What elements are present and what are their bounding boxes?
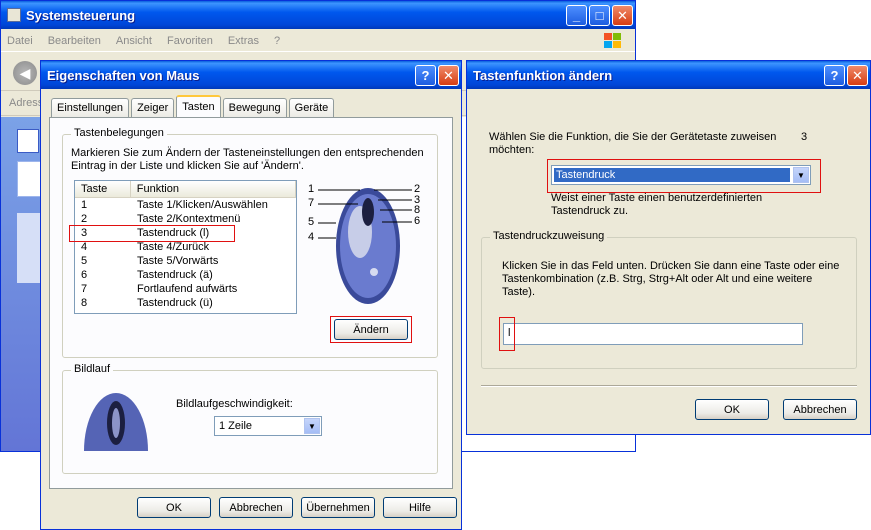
maximize-button[interactable]: □ — [589, 5, 610, 26]
mouse-label-4: 4 — [308, 231, 315, 243]
button-assignments-legend: Tastenbelegungen — [71, 127, 167, 139]
device-button-number: 3 — [801, 131, 808, 143]
button-list[interactable]: Taste Funktion 1 Taste 1/Klicken/Auswähle… — [74, 180, 297, 314]
separator — [481, 385, 857, 387]
close-button[interactable]: ✕ — [438, 65, 459, 86]
scroll-legend: Bildlauf — [71, 363, 114, 375]
list-item[interactable]: 5 Taste 5/Vorwärts — [75, 254, 296, 268]
scroll-speed-label: Bildlaufgeschwindigkeit: — [176, 398, 293, 410]
button-assignments-instruction: Markieren Sie zum Ändern der Tasteneinst… — [71, 147, 424, 172]
mouse-label-5: 5 — [308, 216, 315, 228]
scroll-speed-value: 1 Zeile — [219, 420, 253, 432]
minimize-button[interactable]: _ — [566, 5, 587, 26]
change-button-function-dialog: Tastenfunktion ändern ? ✕ Wählen Sie die… — [466, 60, 871, 435]
mouse-label-1: 1 — [308, 183, 315, 195]
list-item-taste: 8 — [81, 297, 88, 309]
mouse-label-7: 7 — [308, 197, 315, 209]
list-header: Taste Funktion — [75, 181, 296, 198]
chevron-down-icon[interactable]: ▼ — [304, 418, 320, 434]
highlight-keystroke-input-box — [499, 317, 515, 351]
list-item-funktion: Fortlaufend aufwärts — [137, 283, 238, 295]
menu-extras[interactable]: Extras — [228, 35, 259, 47]
menu-datei[interactable]: Datei — [7, 35, 33, 47]
mouse-image: 1 7 5 4 2 3 8 6 — [308, 182, 428, 308]
windows-logo-icon — [603, 32, 623, 50]
keystroke-assignment-legend: Tastendruckzuweisung — [490, 230, 608, 242]
cancel-button[interactable]: Abbrechen — [783, 399, 857, 420]
list-item-funktion: Taste 5/Vorwärts — [137, 255, 219, 267]
menu-bar: Datei Bearbeiten Ansicht Favoriten Extra… — [1, 30, 635, 52]
list-item-funktion: Taste 4/Zurück — [137, 241, 210, 253]
mouse-properties-title: Eigenschaften von Maus — [47, 67, 200, 83]
task-icon — [17, 129, 39, 153]
keystroke-assignment-group: Tastendruckzuweisung Klicken Sie in das … — [481, 230, 857, 369]
menu-bearbeiten[interactable]: Bearbeiten — [48, 35, 101, 47]
list-item-funktion: Tastendruck (ü) — [137, 297, 213, 309]
function-description: Weist einer Taste einen benutzerdefinier… — [551, 192, 763, 217]
list-rows: 1 Taste 1/Klicken/Auswählen 2 Taste 2/Konte… — [75, 198, 296, 310]
list-item-taste: 5 — [81, 255, 88, 267]
apply-button[interactable]: Übernehmen — [301, 497, 375, 518]
list-item-funktion: Taste 2/Kontextmenü — [137, 213, 241, 225]
list-item[interactable]: 4 Taste 4/Zurück — [75, 240, 296, 254]
highlight-change-button-box — [330, 316, 412, 343]
tasten-tab-panel: Tastenbelegungen Markieren Sie zum Änder… — [49, 117, 453, 489]
list-item[interactable]: 1 Taste 1/Klicken/Auswählen — [75, 198, 296, 212]
cancel-button[interactable]: Abbrechen — [219, 497, 293, 518]
function-prompt: Wählen Sie die Funktion, die Sie der Ger… — [489, 131, 777, 156]
list-item-funktion: Tastendruck (ä) — [137, 269, 213, 281]
help-button[interactable]: ? — [415, 65, 436, 86]
address-label: Adress — [9, 97, 44, 109]
scroll-wheel-image — [84, 393, 148, 451]
column-header-funktion[interactable]: Funktion — [131, 181, 296, 197]
control-panel-icon — [7, 8, 21, 22]
mouse-properties-titlebar[interactable]: Eigenschaften von Maus ? ✕ — [41, 61, 461, 89]
list-item[interactable]: 2 Taste 2/Kontextmenü — [75, 212, 296, 226]
list-item-taste: 2 — [81, 213, 88, 225]
keystroke-input[interactable]: l — [503, 323, 803, 345]
menu-favoriten[interactable]: Favoriten — [167, 35, 213, 47]
menu-help[interactable]: ? — [274, 35, 280, 47]
list-item[interactable]: 6 Tastendruck (ä) — [75, 268, 296, 282]
mouse-properties-dialog: Eigenschaften von Maus ? ✕ Einstellungen… — [40, 60, 462, 530]
highlight-row-3-box — [69, 225, 235, 242]
help-button[interactable]: ? — [824, 65, 845, 86]
list-item-taste: 4 — [81, 241, 88, 253]
highlight-function-select-box — [547, 159, 821, 193]
control-panel-titlebar[interactable]: Systemsteuerung _ □ ✕ — [1, 1, 635, 29]
mouse-label-6: 6 — [414, 215, 421, 227]
close-button[interactable]: ✕ — [612, 5, 633, 26]
ok-button[interactable]: OK — [695, 399, 769, 420]
back-icon[interactable]: ◀ — [13, 61, 37, 85]
tab-zeiger[interactable]: Zeiger — [131, 98, 175, 117]
close-button[interactable]: ✕ — [847, 65, 868, 86]
control-panel-title: Systemsteuerung — [26, 7, 136, 23]
list-item-taste: 7 — [81, 283, 88, 295]
help-footer-button[interactable]: Hilfe — [383, 497, 457, 518]
list-item[interactable]: 7 Fortlaufend aufwärts — [75, 282, 296, 296]
scroll-speed-select[interactable]: 1 Zeile ▼ — [214, 416, 322, 436]
task-panel-box — [17, 161, 41, 197]
list-item-taste: 1 — [81, 199, 88, 211]
keystroke-instruction: Klicken Sie in das Feld unten. Drücken S… — [502, 260, 840, 298]
task-pane — [1, 117, 41, 451]
tab-geraete[interactable]: Geräte — [288, 98, 335, 117]
list-item-funktion: Taste 1/Klicken/Auswählen — [137, 199, 268, 211]
menu-ansicht[interactable]: Ansicht — [116, 35, 152, 47]
tab-einstellungen[interactable]: Einstellungen — [51, 98, 130, 117]
list-item-taste: 6 — [81, 269, 88, 281]
tab-strip: Einstellungen Zeiger Tasten Bewegung Ger… — [51, 95, 336, 117]
task-panel-box-2 — [17, 213, 41, 283]
ok-button[interactable]: OK — [137, 497, 211, 518]
change-dialog-title: Tastenfunktion ändern — [473, 67, 613, 83]
list-item[interactable]: 8 Tastendruck (ü) — [75, 296, 296, 310]
change-dialog-titlebar[interactable]: Tastenfunktion ändern ? ✕ — [467, 61, 870, 89]
tab-tasten[interactable]: Tasten — [176, 95, 221, 117]
column-header-taste[interactable]: Taste — [75, 181, 131, 197]
tab-bewegung[interactable]: Bewegung — [222, 98, 287, 117]
